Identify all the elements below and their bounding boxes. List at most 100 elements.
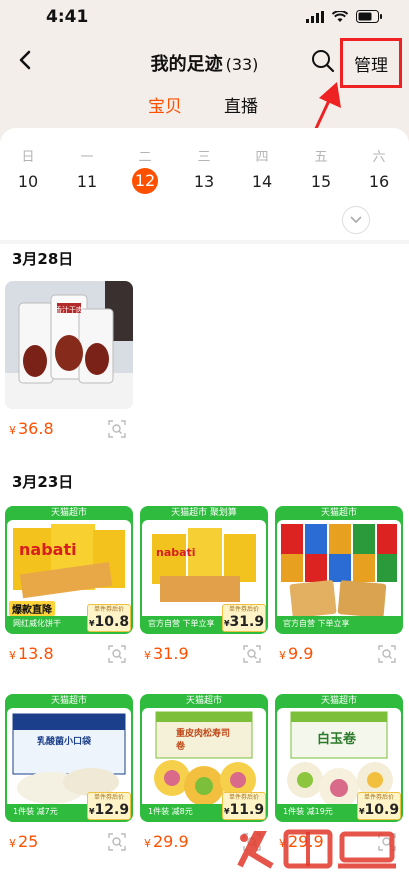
find-similar-icon[interactable]: [107, 832, 127, 852]
weekday-label: 五: [314, 150, 328, 165]
section-date: 3月28日: [12, 250, 74, 268]
currency-symbol: ¥: [279, 649, 286, 662]
product-price: ¥31.9: [144, 644, 189, 663]
jerky-image: [5, 281, 133, 409]
product-image[interactable]: 天猫超市 白玉卷 1件装 减19元 单件券后价 ¥10.9: [275, 694, 403, 822]
product-card[interactable]: 天猫超市 重皮肉松寿司卷 1件装 减8元 单件券后价 ¥11.9 ¥29.9: [140, 694, 268, 851]
product-image[interactable]: 香汁干肉: [5, 281, 133, 409]
day-cell[interactable]: 六 16: [359, 146, 399, 194]
coupon-price-box: 单件券后价 ¥10.8: [87, 604, 131, 632]
product-price: ¥9.9: [279, 644, 313, 663]
weekday-label: 三: [197, 150, 211, 165]
battery-icon: [356, 10, 382, 23]
footprint-panel: 日 10 一 11 二 12 三 13 四 14 五 15 六 16 3月28日: [0, 128, 409, 874]
product-image[interactable]: 天猫超市 nabati 爆款直降 网红威化饼干 单件券后价 ¥10.8: [5, 506, 133, 634]
currency-symbol: ¥: [9, 837, 16, 850]
coupon-price-box: 单件券后价 ¥31.9: [222, 604, 266, 632]
find-similar-icon[interactable]: [107, 644, 127, 664]
manage-label: 管理: [354, 55, 388, 76]
coupon-price-label: 单件券后价: [93, 606, 124, 613]
price-value: 13.8: [18, 644, 54, 663]
coupon-price-number: 12.9: [94, 802, 130, 818]
section-date: 3月23日: [12, 473, 74, 491]
coupon-price-label: 单件券后价: [93, 794, 124, 801]
coupon-price-number: 11.9: [229, 802, 265, 818]
product-card[interactable]: 天猫超市 官方自营 下单立享 ¥9.9: [275, 506, 403, 663]
status-icons: [306, 10, 383, 23]
product-image-text: 乳酸菌小口袋: [37, 737, 92, 747]
search-button[interactable]: [310, 48, 336, 74]
coupon-price-value: ¥10.9: [358, 802, 400, 820]
weekday-label: 一: [80, 150, 94, 165]
coupon-price-value: ¥11.9: [223, 802, 265, 820]
find-similar-icon[interactable]: [107, 419, 127, 439]
product-card[interactable]: 天猫超市 nabati 爆款直降 网红威化饼干 单件券后价 ¥10.8 ¥13.8: [5, 506, 133, 663]
status-bar: 4:41: [0, 0, 409, 36]
tab-live[interactable]: 直播: [224, 92, 258, 117]
manage-button[interactable]: 管理: [340, 38, 402, 88]
day-cell[interactable]: 五 15: [301, 146, 341, 194]
tmall-supermarket-tag: 天猫超市: [320, 508, 357, 518]
product-image-text: nabati: [156, 546, 196, 559]
price-value: 36.8: [18, 419, 54, 438]
currency-symbol: ¥: [9, 424, 16, 437]
status-time: 4:41: [46, 7, 89, 27]
currency-symbol: ¥: [144, 837, 151, 850]
coupon-price-box: 单件券后价 ¥11.9: [222, 792, 266, 820]
search-icon: [312, 50, 335, 73]
day-cell[interactable]: 日 10: [8, 146, 48, 194]
find-similar-icon[interactable]: [377, 644, 397, 664]
product-image-text: 白玉卷: [317, 732, 357, 747]
coupon-price-value: ¥31.9: [223, 614, 265, 632]
promo-strip: 官方自营 下单立享: [277, 616, 401, 632]
product-image[interactable]: 天猫超市 重皮肉松寿司卷 1件装 减8元 单件券后价 ¥11.9: [140, 694, 268, 822]
product-card[interactable]: 天猫超市 白玉卷 1件装 减19元 单件券后价 ¥10.9 ¥29.9: [275, 694, 403, 851]
watermark-logo: [237, 829, 396, 869]
wifi-icon: [332, 10, 348, 22]
coupon-price-value: ¥10.8: [88, 614, 130, 632]
product-price: ¥36.8: [9, 419, 54, 438]
price-row: ¥25: [7, 832, 131, 854]
day-cell-selected[interactable]: 二 12: [125, 146, 165, 194]
coupon-price-label: 单件券后价: [228, 606, 259, 613]
product-image[interactable]: 天猫超市 乳酸菌小口袋 1件装 减7元 单件券后价 ¥12.9: [5, 694, 133, 822]
product-image-text: 重皮肉松寿司卷: [176, 729, 231, 752]
tmall-supermarket-tag: 天猫超市: [185, 696, 222, 706]
price-row: ¥9.9: [277, 644, 401, 666]
coupon-price-box: 单件券后价 ¥10.9: [357, 792, 401, 820]
price-value: 29.9: [153, 832, 189, 851]
day-number: 16: [368, 172, 390, 191]
weekday-label: 四: [255, 150, 269, 165]
find-similar-icon[interactable]: [242, 644, 262, 664]
tab-bar: 宝贝 直播: [0, 92, 409, 124]
day-cell[interactable]: 一 11: [67, 146, 107, 194]
price-value: 9.9: [288, 644, 314, 663]
weekday-label: 六: [372, 150, 386, 165]
product-image-text: 香汁干肉: [55, 306, 83, 314]
day-number: 11: [76, 172, 98, 191]
coupon-price-number: 10.8: [94, 614, 130, 630]
day-cell[interactable]: 四 14: [242, 146, 282, 194]
currency-symbol: ¥: [9, 649, 16, 662]
product-card[interactable]: 天猫超市 乳酸菌小口袋 1件装 减7元 单件券后价 ¥12.9 ¥25: [5, 694, 133, 851]
product-image[interactable]: 天猫超市 官方自营 下单立享: [275, 506, 403, 634]
expand-calendar-button[interactable]: [342, 206, 370, 234]
page-title-text: 我的足迹: [150, 54, 223, 75]
product-price: ¥13.8: [9, 644, 54, 663]
week-strip: 日 10 一 11 二 12 三 13 四 14 五 15 六 16: [0, 146, 409, 196]
price-value: 25: [18, 832, 39, 851]
tmall-supermarket-tag: 天猫超市: [50, 696, 87, 706]
day-number: 13: [193, 172, 215, 191]
coupon-price-label: 单件券后价: [228, 794, 259, 801]
price-row: ¥13.8: [7, 644, 131, 666]
product-image[interactable]: 天猫超市 聚划算 nabati 官方自营 下单立享 单件券后价 ¥31.9: [140, 506, 268, 634]
price-row: ¥31.9: [142, 644, 266, 666]
tmall-supermarket-tag: 天猫超市 聚划算: [171, 508, 237, 518]
tab-items[interactable]: 宝贝: [148, 92, 182, 117]
weekday-label: 二: [138, 150, 152, 165]
coupon-price-number: 10.9: [364, 802, 400, 818]
day-cell[interactable]: 三 13: [184, 146, 224, 194]
coupon-price-box: 单件券后价 ¥12.9: [87, 792, 131, 820]
product-card[interactable]: 天猫超市 聚划算 nabati 官方自营 下单立享 单件券后价 ¥31.9 ¥31…: [140, 506, 268, 663]
product-card[interactable]: 香汁干肉 ¥36.8: [5, 281, 133, 438]
